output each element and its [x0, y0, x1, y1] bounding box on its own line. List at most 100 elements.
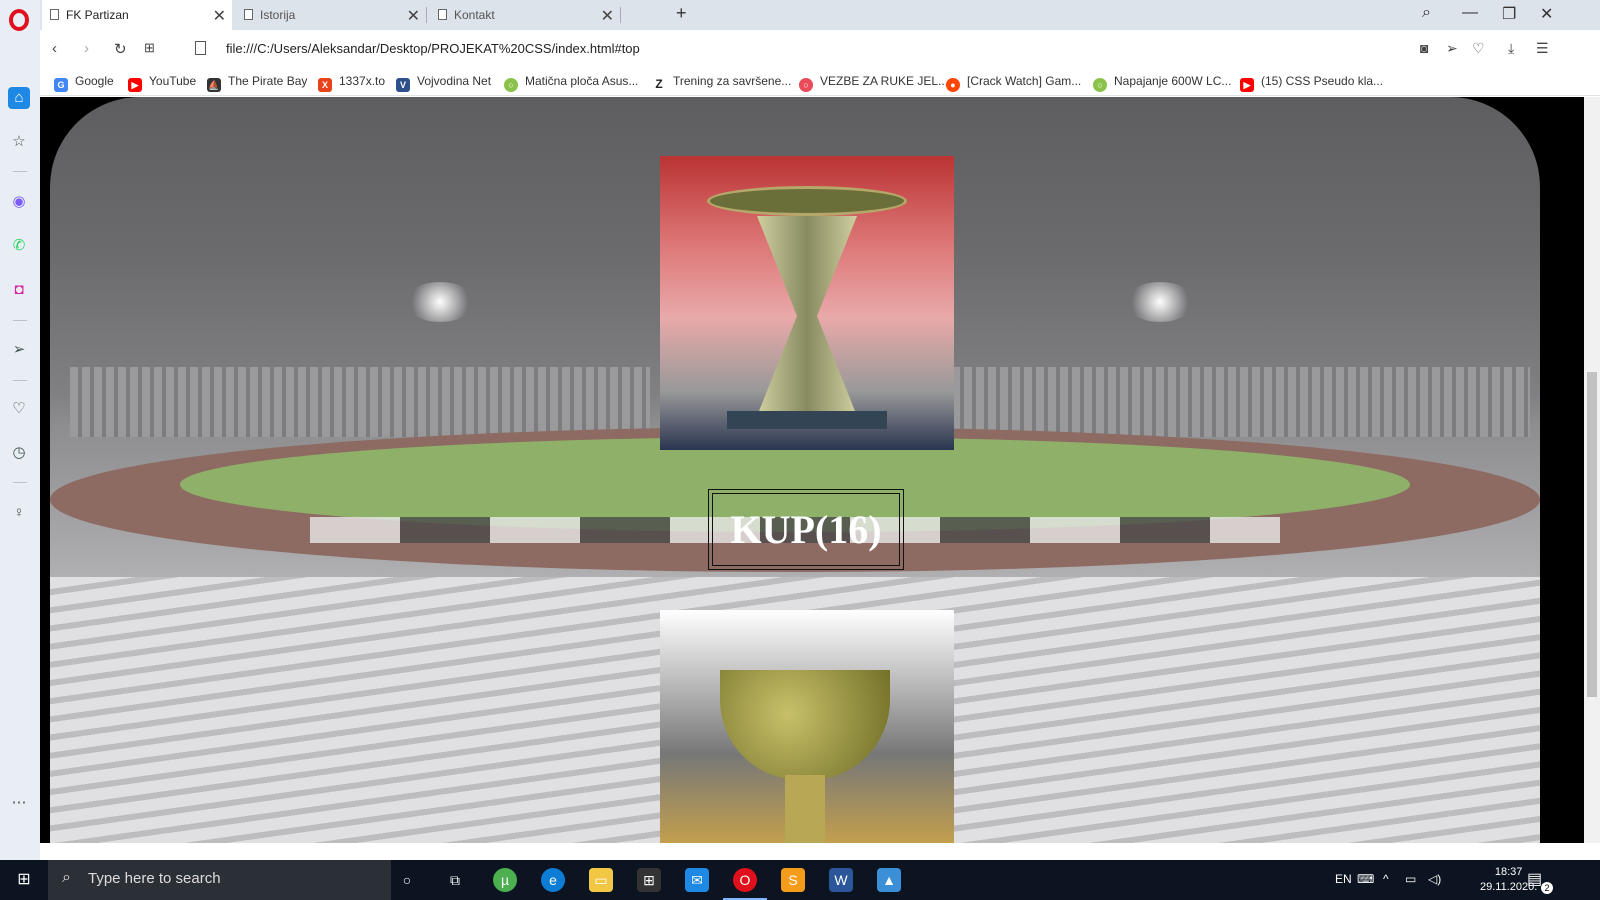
trophy-base	[727, 411, 887, 429]
restore-window-icon[interactable]: ❐	[1502, 4, 1516, 24]
page-viewport: KUP(16)	[40, 97, 1584, 843]
edge-browser-icon[interactable]: e	[541, 868, 565, 892]
bookmark-vojvodina-net[interactable]: V Vojvodina Net	[396, 74, 491, 92]
tab-strip: FK Partizan ✕ Istorija ✕ Kontakt ✕ + ⌕ —…	[40, 0, 1600, 30]
opera-logo-icon[interactable]	[9, 9, 29, 31]
cup-heading: KUP(16)	[712, 493, 900, 566]
close-tab-icon[interactable]: ✕	[407, 6, 420, 26]
new-tab-plus-icon[interactable]: +	[676, 3, 687, 24]
word-icon[interactable]: W	[829, 868, 853, 892]
serbian-cup-trophy-image	[660, 156, 954, 450]
sidebar-divider	[13, 482, 27, 483]
my-flow-heart-icon[interactable]: ♡	[8, 398, 30, 420]
championship-trophy-image	[660, 610, 954, 843]
bookmark-label: YouTube	[149, 74, 197, 88]
back-arrow-icon[interactable]: ‹	[52, 40, 57, 57]
send-to-flow-icon[interactable]: ➢	[1446, 40, 1458, 57]
windows-start-icon[interactable]: ⊞	[12, 868, 36, 892]
youtube-icon: ▶	[128, 78, 142, 92]
bookmark-crack-watch[interactable]: ● [Crack Watch] Gam...	[946, 74, 1081, 92]
bookmark-youtube[interactable]: ▶ YouTube	[128, 74, 196, 92]
site-icon: ○	[504, 78, 518, 92]
tab-fk-partizan[interactable]: FK Partizan ✕	[42, 0, 232, 30]
search-icon: ⌕	[62, 869, 71, 886]
network-icon[interactable]: ▭	[1405, 872, 1416, 886]
hidden-icons-chevron-icon[interactable]: ^	[1383, 872, 1389, 886]
tab-search-icon[interactable]: ⌕	[1422, 4, 1431, 22]
action-center-icon[interactable]: ▤	[1527, 869, 1542, 889]
page-scrollbar[interactable]	[1584, 97, 1600, 843]
sidebar-divider	[13, 171, 27, 172]
trophy-stem	[785, 775, 825, 843]
google-icon: G	[54, 78, 68, 92]
bookmark-pirate-bay[interactable]: ⛵ The Pirate Bay	[207, 74, 307, 92]
bookmark-napajanje[interactable]: ○ Napajanje 600W LC...	[1093, 74, 1231, 92]
bookmark-heart-icon[interactable]: ♡	[1472, 40, 1485, 57]
volume-icon[interactable]: ◁)	[1428, 872, 1441, 886]
speed-dial-home-icon[interactable]: ⌂	[8, 87, 30, 109]
page-icon	[438, 9, 447, 20]
downloads-icon[interactable]: ⤓	[1508, 40, 1514, 57]
site-icon: ○	[799, 78, 813, 92]
instagram-icon[interactable]: ◘	[8, 279, 30, 301]
bookmark-label: Vojvodina Net	[417, 74, 492, 88]
sublime-text-icon[interactable]: S	[781, 868, 805, 892]
bookmark-label: [Crack Watch] Gam...	[967, 74, 1082, 88]
photos-icon[interactable]: ▲	[877, 868, 901, 892]
close-tab-icon[interactable]: ✕	[601, 6, 614, 26]
utorrent-icon[interactable]: µ	[493, 868, 517, 892]
bookmark-1337x[interactable]: X 1337x.to	[318, 74, 385, 92]
reload-icon[interactable]: ↻	[114, 40, 127, 58]
tabs-grid-icon[interactable]: ⊞	[144, 40, 155, 56]
tab-kontakt[interactable]: Kontakt ✕	[430, 0, 621, 30]
microsoft-store-icon[interactable]: ⊞	[637, 868, 661, 892]
trophy-bowl	[720, 670, 890, 780]
snapshot-camera-icon[interactable]: ◙	[1420, 40, 1428, 56]
close-window-icon[interactable]: ✕	[1540, 4, 1553, 24]
tips-lightbulb-icon[interactable]: ♀	[8, 502, 30, 524]
page-icon	[50, 9, 59, 20]
tab-istorija[interactable]: Istorija ✕	[236, 0, 427, 30]
stadium-stand-left	[70, 367, 650, 437]
bookmark-label: (15) CSS Pseudo kla...	[1261, 74, 1384, 88]
bookmark-label: VEZBE ZA RUKE JEL...	[820, 74, 949, 88]
vojvodina-net-icon: V	[396, 78, 410, 92]
z-site-icon: Z	[652, 77, 666, 91]
tab-divider	[620, 7, 621, 23]
cup-heading-box: KUP(16)	[708, 489, 904, 570]
url-field[interactable]: file:///C:/Users/Aleksandar/Desktop/PROJ…	[226, 41, 640, 56]
keyboard-icon[interactable]: ⌨	[1357, 872, 1374, 886]
more-options-icon[interactable]: ⋯	[8, 792, 30, 814]
taskbar-search-box[interactable]: ⌕ Type here to search	[48, 860, 391, 900]
1337x-icon: X	[318, 78, 332, 92]
mail-icon[interactable]: ✉	[685, 868, 709, 892]
easy-setup-icon[interactable]: ☰	[1536, 40, 1549, 57]
bookmark-google[interactable]: G Google	[54, 74, 114, 92]
flow-send-icon[interactable]: ➢	[8, 339, 30, 361]
tab-divider	[426, 7, 427, 23]
site-icon: ○	[1093, 78, 1107, 92]
bookmark-maticna-ploca[interactable]: ○ Matična ploča Asus...	[504, 74, 638, 92]
input-language[interactable]: EN	[1335, 872, 1352, 886]
bookmark-css-pseudo[interactable]: ▶ (15) CSS Pseudo kla...	[1240, 74, 1383, 92]
sidebar-divider	[13, 320, 27, 321]
trophy-stem	[757, 216, 857, 416]
bookmarks-sidebar-icon[interactable]: ☆	[8, 131, 30, 153]
file-explorer-icon[interactable]: ▭	[589, 868, 613, 892]
cortana-circle-icon[interactable]: ○	[395, 868, 419, 892]
bookmark-label: Matična ploča Asus...	[525, 74, 639, 88]
youtube-icon: ▶	[1240, 78, 1254, 92]
messenger-icon[interactable]: ◉	[8, 191, 30, 213]
scrollbar-thumb[interactable]	[1587, 372, 1597, 697]
close-tab-icon[interactable]: ✕	[213, 6, 226, 26]
minimize-icon[interactable]: —	[1462, 4, 1478, 22]
whatsapp-icon[interactable]: ✆	[8, 235, 30, 257]
reddit-icon: ●	[946, 78, 960, 92]
address-bar: ‹ › ↻ ⊞ file:///C:/Users/Aleksandar/Desk…	[40, 30, 1600, 68]
opera-taskbar-icon[interactable]: O	[723, 868, 767, 900]
history-clock-icon[interactable]: ◷	[8, 442, 30, 464]
bookmark-trening[interactable]: Z Trening za savršene...	[652, 74, 791, 91]
task-view-icon[interactable]: ⧉	[443, 868, 467, 892]
bookmark-vezbe[interactable]: ○ VEZBE ZA RUKE JEL...	[799, 74, 948, 92]
forward-arrow-icon[interactable]: ›	[84, 40, 89, 57]
